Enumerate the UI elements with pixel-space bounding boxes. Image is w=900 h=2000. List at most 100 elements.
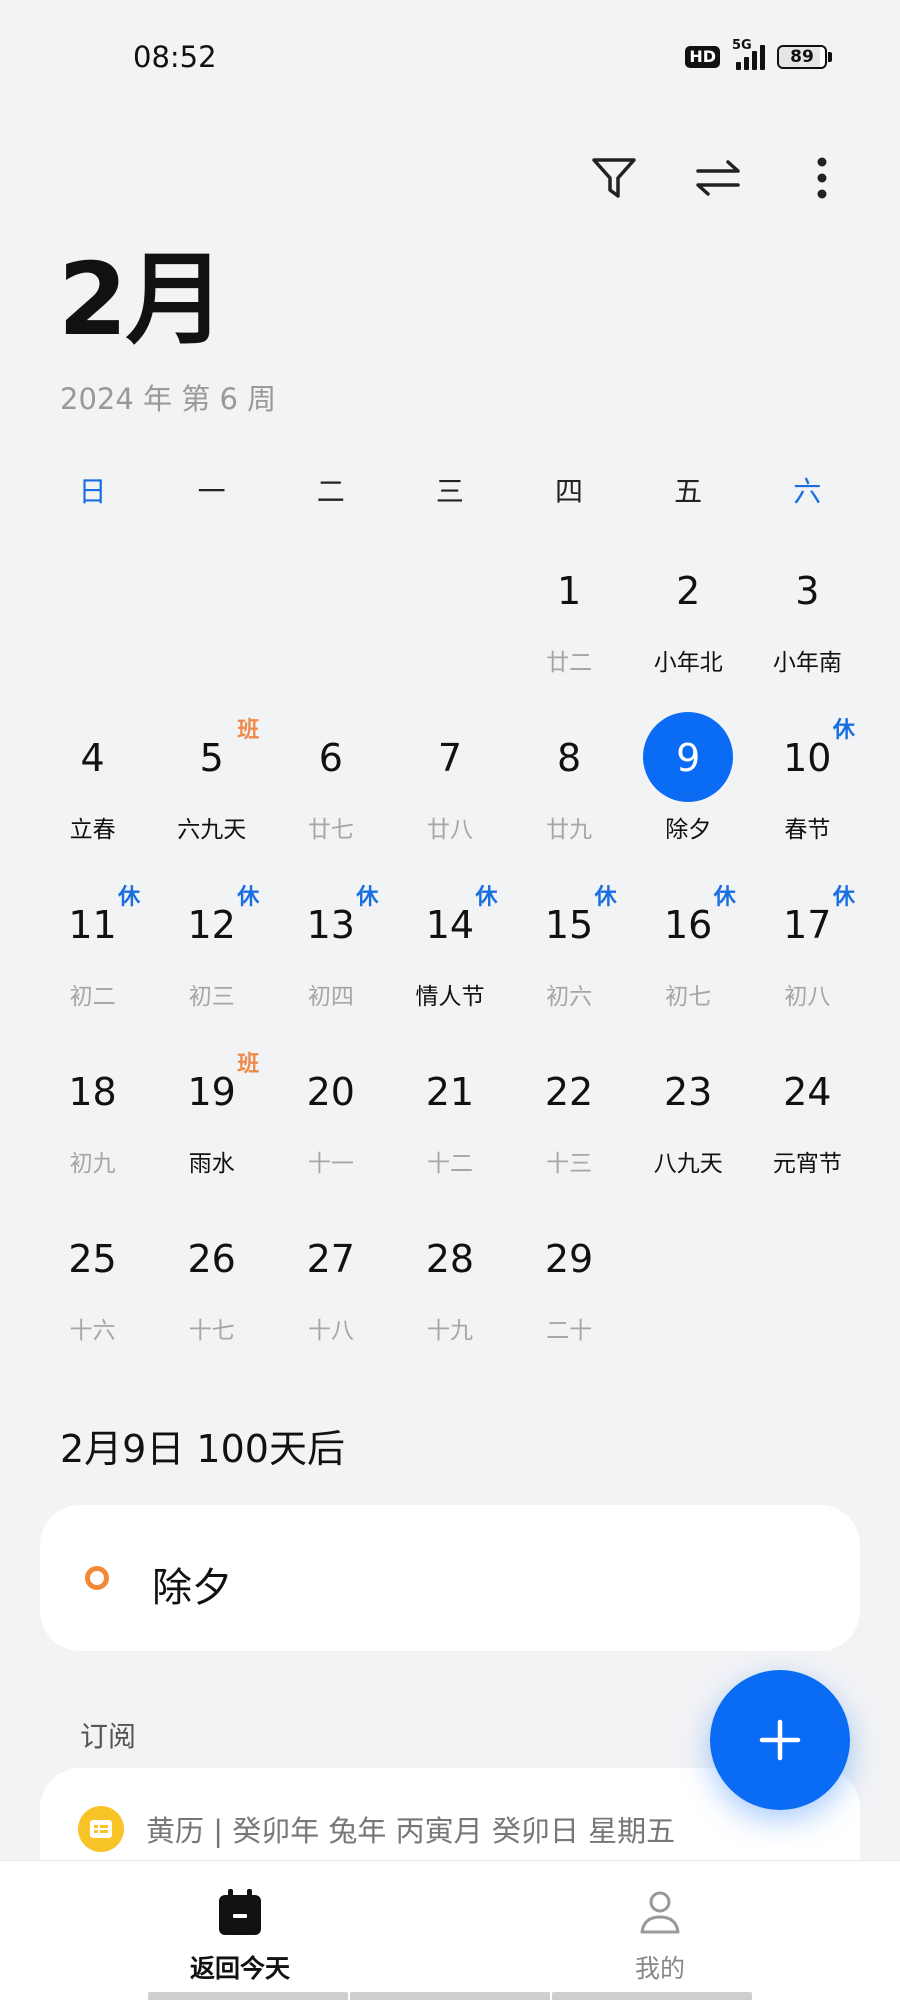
filter-button[interactable] — [576, 140, 652, 216]
day-number: 17 — [783, 903, 832, 947]
calendar-day[interactable]: 12 初三 休 — [152, 879, 271, 1046]
calendar-day[interactable]: 1 廿二 — [510, 545, 629, 712]
calendar-empty-cell — [748, 1213, 867, 1380]
calendar-day[interactable]: 21 十二 — [390, 1046, 509, 1213]
more-button[interactable] — [784, 140, 860, 216]
calendar-day[interactable]: 7 廿八 — [390, 712, 509, 879]
calendar-week-row: 25 十六 26 十七 27 十八 28 十九 29 二十 — [33, 1213, 867, 1380]
calendar-day[interactable]: 16 初七 休 — [629, 879, 748, 1046]
calendar-day-selected[interactable]: 9 除夕 — [629, 712, 748, 879]
lunar-label: 十八 — [307, 1318, 354, 1344]
day-number: 10 — [783, 736, 832, 780]
nav-mine[interactable]: 我的 — [560, 1887, 760, 1985]
holiday-rest-badge: 休 — [475, 885, 498, 910]
lunar-label: 二十 — [546, 1318, 593, 1344]
calendar-day[interactable]: 20 十一 — [271, 1046, 390, 1213]
lunar-label: 小年北 — [653, 650, 723, 676]
signal-5g-icon: 5G — [732, 38, 765, 70]
lunar-label: 十三 — [546, 1151, 593, 1177]
day-number: 7 — [437, 736, 463, 780]
calendar-day[interactable]: 3 小年南 — [748, 545, 867, 712]
calendar-day[interactable]: 18 初九 — [33, 1046, 152, 1213]
day-number: 9 — [676, 736, 701, 780]
holiday-rest-badge: 休 — [118, 885, 141, 910]
lunar-label: 廿二 — [546, 650, 593, 676]
calendar-day[interactable]: 2 小年北 — [629, 545, 748, 712]
calendar-day[interactable]: 5 六九天 班 — [152, 712, 271, 879]
day-number: 14 — [425, 903, 475, 947]
calendar-day[interactable]: 19 雨水 班 — [152, 1046, 271, 1213]
calendar-day[interactable]: 17 初八 休 — [748, 879, 867, 1046]
plus-icon — [759, 1719, 801, 1761]
bottom-nav: 返回今天 我的 — [0, 1860, 900, 2000]
lunar-label: 初七 — [665, 984, 712, 1010]
day-number: 15 — [544, 903, 594, 947]
day-number: 3 — [795, 569, 820, 613]
day-number: 24 — [783, 1070, 832, 1114]
switch-view-button[interactable] — [680, 140, 756, 216]
calendar-day[interactable]: 14 情人节 休 — [390, 879, 509, 1046]
day-number: 1 — [556, 569, 582, 613]
calendar-day[interactable]: 28 十九 — [390, 1213, 509, 1380]
nav-today[interactable]: 返回今天 — [140, 1887, 340, 1985]
calendar-day[interactable]: 8 廿九 — [510, 712, 629, 879]
day-number: 18 — [68, 1070, 117, 1114]
day-number: 20 — [306, 1070, 355, 1114]
calendar-day[interactable]: 27 十八 — [271, 1213, 390, 1380]
lunar-label: 元宵节 — [772, 1151, 842, 1177]
almanac-text: 黄历 | 癸卯年 兔年 丙寅月 癸卯日 星期五 — [146, 1814, 676, 1848]
workday-badge: 班 — [237, 718, 260, 743]
calendar-day[interactable]: 24 元宵节 — [748, 1046, 867, 1213]
lunar-label: 初四 — [307, 984, 354, 1010]
lunar-label: 立春 — [69, 817, 116, 843]
calendar-day[interactable]: 22 十三 — [510, 1046, 629, 1213]
calendar-day[interactable]: 26 十七 — [152, 1213, 271, 1380]
calendar-week-row: 1 廿二 2 小年北 3 小年南 — [33, 545, 867, 712]
calendar-day[interactable]: 15 初六 休 — [510, 879, 629, 1046]
calendar-day[interactable]: 29 二十 — [510, 1213, 629, 1380]
status-bar: 08:52 HD 5G 89 — [0, 0, 900, 120]
day-number: 25 — [68, 1237, 117, 1281]
holiday-rest-badge: 休 — [237, 885, 260, 910]
lunar-label: 初九 — [69, 1151, 116, 1177]
calendar-day[interactable]: 25 十六 — [33, 1213, 152, 1380]
calendar-empty-cell — [390, 545, 509, 712]
calendar-day[interactable]: 6 廿七 — [271, 712, 390, 879]
weekday-sun: 日 — [78, 475, 107, 508]
calendar-empty-cell — [152, 545, 271, 712]
lunar-label: 六九天 — [177, 817, 247, 843]
calendar-day[interactable]: 13 初四 休 — [271, 879, 390, 1046]
weekday-fri: 五 — [674, 475, 703, 508]
add-event-button[interactable] — [710, 1670, 850, 1810]
day-number: 22 — [544, 1070, 594, 1114]
day-number: 19 — [187, 1070, 236, 1114]
lunar-label: 初三 — [188, 984, 235, 1010]
day-number: 16 — [664, 903, 713, 947]
calendar-day[interactable]: 10 春节 休 — [748, 712, 867, 879]
calendar-week-row: 11 初二休 12 初三休 13 初四休 14 情人节休 15 初六休 16 初七休 17 初八休 — [33, 879, 867, 1046]
workday-badge: 班 — [237, 1052, 260, 1077]
day-number: 23 — [664, 1070, 713, 1114]
lunar-label: 廿九 — [546, 817, 593, 843]
top-toolbar — [576, 140, 860, 216]
calendar-day[interactable]: 23 八九天 — [629, 1046, 748, 1213]
day-number: 12 — [187, 903, 236, 947]
calendar-day[interactable]: 11 初二 休 — [33, 879, 152, 1046]
lunar-label: 廿八 — [426, 817, 473, 843]
event-card[interactable]: 除夕 — [40, 1505, 860, 1651]
calendar-day[interactable]: 4 立春 — [33, 712, 152, 879]
filter-icon — [592, 158, 636, 198]
weekday-wed: 三 — [435, 475, 464, 508]
weekday-sat: 六 — [793, 475, 822, 508]
lunar-label: 廿七 — [307, 817, 354, 843]
lunar-label: 情人节 — [415, 984, 485, 1010]
day-number: 11 — [68, 903, 117, 947]
calendar-grid: 1 廿二 2 小年北 3 小年南 4 立春 5 六九天班 6 廿七 7 廿八 8 廿九 9 除夕 10 春节休 11 初二… — [33, 545, 867, 1380]
home-indicator — [148, 1992, 752, 2000]
nav-mine-label: 我的 — [634, 1954, 685, 1983]
calendar-week-row: 18 初九 19 雨水 班 20 十一 21 十二 22 十三 23 八九天 24 元宵节 — [33, 1046, 867, 1213]
holiday-rest-badge: 休 — [356, 885, 379, 910]
day-number: 21 — [425, 1070, 475, 1114]
status-icons: HD 5G 89 — [685, 38, 832, 70]
calendar-today-icon — [219, 1889, 261, 1935]
